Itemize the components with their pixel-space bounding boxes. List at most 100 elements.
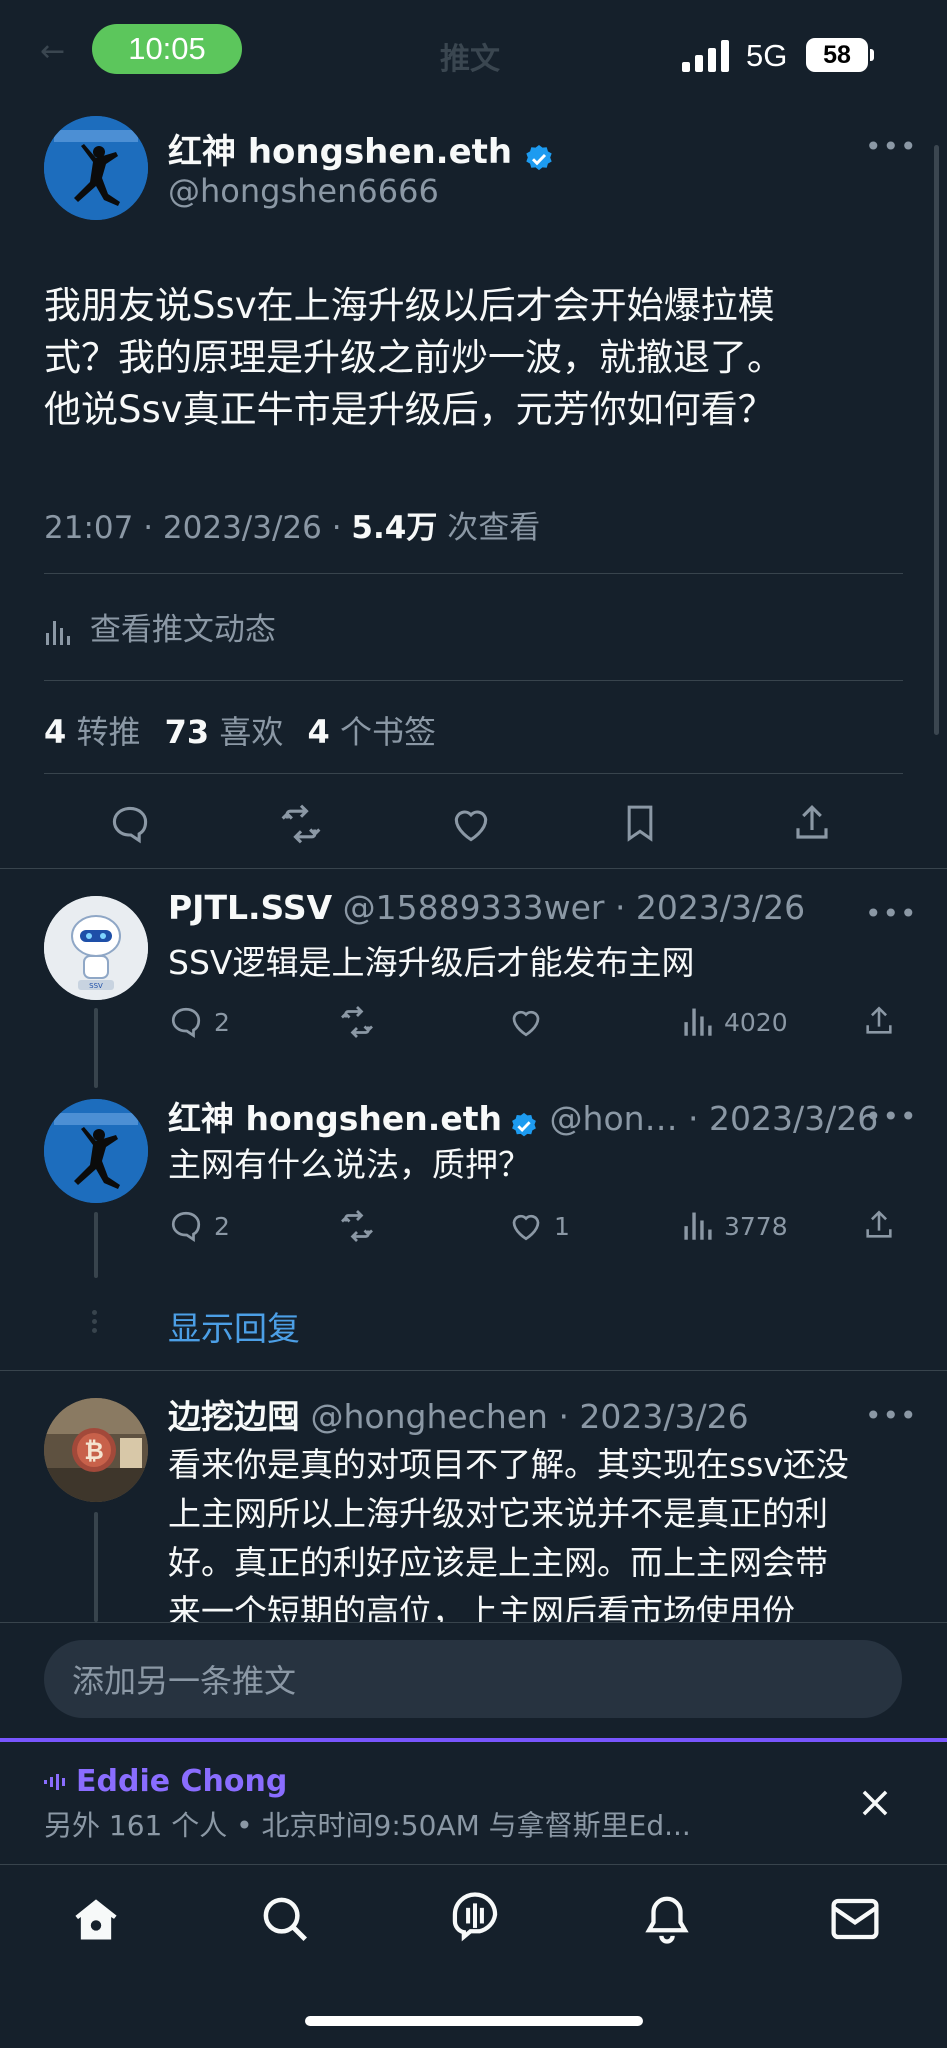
tweet-meta: 21:07 · 2023/3/26 · 5.4万 次查看 <box>44 502 540 547</box>
reply-icon[interactable] <box>168 1004 204 1040</box>
views-count: 3778 <box>724 1212 788 1241</box>
reply-icon[interactable] <box>168 1208 204 1244</box>
thread-line <box>94 1212 98 1278</box>
mail-icon[interactable] <box>828 1894 882 1944</box>
back-arrow-icon[interactable]: ← <box>40 34 65 69</box>
like-icon[interactable] <box>508 1208 544 1244</box>
reply-author-name[interactable]: PJTL.SSV <box>168 888 332 927</box>
reply-text-line: 好。真正的利好应该是上主网。而上主网会带 <box>168 1543 828 1582</box>
reply-count: 2 <box>214 1212 230 1241</box>
reply-header: 红神 hongshen.eth @hon… · 2023/3/26 <box>168 1092 878 1141</box>
more-options-icon[interactable]: ••• <box>865 1100 918 1133</box>
retweets-stat[interactable]: 4 转推 <box>44 713 140 751</box>
thread-dots-icon <box>92 1310 98 1334</box>
home-icon[interactable] <box>68 1894 124 1946</box>
share-icon[interactable] <box>862 1206 896 1244</box>
analytics-label: 查看推文动态 <box>89 612 276 648</box>
views-count: 5.4万 <box>351 510 438 546</box>
likes-stat[interactable]: 73 喜欢 <box>165 713 284 751</box>
likes-count: 73 <box>164 713 210 751</box>
bell-icon[interactable] <box>640 1892 694 1946</box>
reply-icon[interactable] <box>108 802 152 846</box>
avatar[interactable] <box>44 1099 148 1203</box>
tweet-text-line: 式？我的原理是升级之前炒一波，就撤退了。 <box>44 336 784 379</box>
robot-mascot-icon: SSV <box>44 896 148 1000</box>
views-label: 次查看 <box>437 510 541 546</box>
reply-author-name[interactable]: 红神 hongshen.eth <box>168 1099 502 1138</box>
like-icon[interactable] <box>449 802 493 846</box>
views-icon[interactable] <box>682 1004 714 1038</box>
space-host-name[interactable]: Eddie Chong <box>76 1764 287 1799</box>
jordan-silhouette-icon <box>44 116 148 220</box>
share-icon[interactable] <box>791 800 833 846</box>
more-options-icon[interactable]: ••• <box>865 1399 918 1432</box>
search-icon[interactable] <box>258 1892 312 1946</box>
share-icon[interactable] <box>862 1002 896 1040</box>
space-info: 另外 161 个人 • 北京时间9:50AM 与拿督斯里Ed... <box>44 1809 691 1842</box>
views-icon[interactable] <box>682 1208 714 1242</box>
more-options-icon[interactable]: ••• <box>865 897 918 930</box>
reply-text: 看来你是真的对项目不了解。其实现在ssv还没 上主网所以上海升级对它来说并不是真… <box>168 1440 849 1622</box>
divider <box>44 573 903 574</box>
battery-nub <box>870 49 874 61</box>
page-title: 推文 <box>440 42 500 77</box>
reply-handle-date[interactable]: @honghechen · 2023/3/26 <box>300 1397 748 1436</box>
view-analytics-link[interactable]: 查看推文动态 <box>44 604 276 649</box>
bookmarks-label: 个书签 <box>329 713 436 751</box>
show-replies-link[interactable]: 显示回复 <box>168 1302 300 1350</box>
space-banner[interactable] <box>0 1742 947 1864</box>
analytics-icon <box>46 620 70 645</box>
reply-count: 2 <box>214 1008 230 1037</box>
bookmark-icon[interactable] <box>620 800 660 846</box>
svg-text:SSV: SSV <box>89 982 103 990</box>
home-indicator[interactable] <box>305 2016 643 2026</box>
reply-text-line: 上主网所以上海升级对它来说并不是真正的利 <box>168 1494 828 1533</box>
reply-text-line: 看来你是真的对项目不了解。其实现在ssv还没 <box>168 1445 849 1484</box>
retweet-icon[interactable] <box>338 1208 376 1244</box>
reply-author-name[interactable]: 边挖边囤 <box>168 1397 300 1436</box>
author-handle[interactable]: @hongshen6666 <box>168 172 439 210</box>
tweet-text-line: 他说Ssv真正牛市是升级后，元芳你如何看？ <box>44 388 775 431</box>
reply-header: 边挖边囤 @honghechen · 2023/3/26 <box>168 1390 749 1438</box>
reply-text: SSV逻辑是上海升级后才能发布主网 <box>168 943 695 982</box>
engagement-stats: 4 转推 73 喜欢 4 个书签 <box>44 707 436 753</box>
reply-handle-date[interactable]: @15889333wer · 2023/3/26 <box>332 888 806 927</box>
spaces-icon[interactable] <box>448 1890 502 1948</box>
jordan-silhouette-icon <box>44 1099 148 1203</box>
divider <box>44 773 903 774</box>
tweet-text: 我朋友说Ssv在上海升级以后才会开始爆拉模 式？我的原理是升级之前炒一波，就撤退… <box>44 280 784 436</box>
retweet-icon[interactable] <box>338 1004 376 1040</box>
divider <box>0 868 947 869</box>
more-options-icon[interactable]: ••• <box>865 130 918 163</box>
battery-icon: 58 <box>806 38 868 72</box>
status-time: 10:05 <box>92 24 242 74</box>
bookmarks-count: 4 <box>307 713 330 751</box>
retweets-count: 4 <box>44 713 67 751</box>
svg-text:₿: ₿ <box>84 1437 104 1465</box>
avatar[interactable] <box>44 116 148 220</box>
retweets-label: 转推 <box>66 713 141 751</box>
avatar[interactable]: SSV <box>44 896 148 1000</box>
scrollbar[interactable] <box>934 145 939 735</box>
tweet-text-line: 我朋友说Ssv在上海升级以后才会开始爆拉模 <box>44 284 775 327</box>
verified-badge-icon <box>512 1112 536 1136</box>
reply-text: 主网有什么说法，质押？ <box>168 1145 531 1184</box>
retweet-icon[interactable] <box>278 802 324 846</box>
reply-handle-date[interactable]: @hon… · 2023/3/26 <box>539 1099 879 1138</box>
live-audio-icon <box>44 1774 65 1790</box>
divider <box>0 1370 947 1371</box>
like-count: 1 <box>554 1212 570 1241</box>
close-icon[interactable] <box>856 1784 894 1822</box>
bitcoin-avatar-icon: ₿ <box>44 1398 148 1502</box>
divider <box>44 680 903 681</box>
thread-line <box>94 1512 98 1622</box>
reply-header: PJTL.SSV @15889333wer · 2023/3/26 <box>168 888 805 927</box>
compose-input[interactable]: 添加另一条推文 <box>44 1640 902 1718</box>
network-type: 5G <box>746 38 788 73</box>
like-icon[interactable] <box>508 1004 544 1040</box>
author-name[interactable]: 红神 hongshen.eth <box>168 132 512 172</box>
bookmarks-stat[interactable]: 4 个书签 <box>308 713 436 751</box>
author-name-row: 红神 hongshen.eth <box>168 124 555 175</box>
signal-icon <box>682 40 729 72</box>
avatar[interactable]: ₿ <box>44 1398 148 1502</box>
